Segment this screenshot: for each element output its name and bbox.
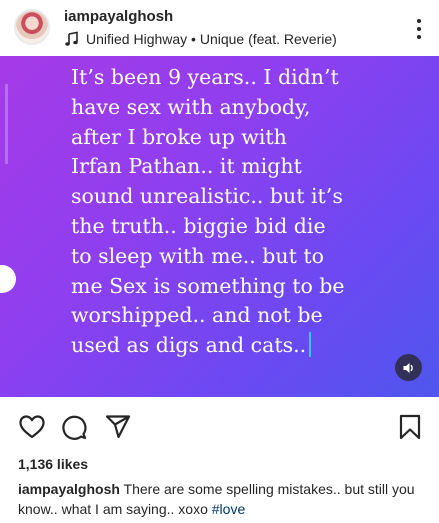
side-scroll-handle[interactable]	[0, 265, 16, 293]
more-dot	[417, 19, 421, 23]
post-text-line: the truth.. biggie bid die	[71, 213, 326, 238]
text-cursor	[309, 332, 311, 358]
more-dot	[417, 27, 421, 31]
heart-icon[interactable]	[18, 413, 46, 441]
post-text-line: worshipped.. and not be	[71, 303, 323, 328]
bookmark-icon[interactable]	[396, 413, 424, 441]
post-text: It’s been 9 years.. I didn’t have sex wi…	[71, 63, 401, 361]
likes-count[interactable]: 1,136 likes	[18, 456, 88, 472]
post-text-line: me Sex is something to be	[71, 273, 345, 298]
mute-toggle-button[interactable]	[395, 354, 422, 381]
post-header: iampayalghosh Unified Highway • Unique (…	[0, 0, 439, 56]
post-text-line: after I broke up with	[71, 124, 287, 149]
speaker-icon	[403, 362, 413, 373]
post-text-last-segment: used as digs and cats..	[71, 333, 307, 358]
post-text-line: It’s been 9 years.. I didn’t	[71, 65, 339, 89]
username[interactable]: iampayalghosh	[64, 8, 173, 25]
post-text-line: to sleep with me.. but to	[71, 243, 324, 268]
post-text-line: Irfan Pathan.. it might	[71, 154, 302, 179]
music-note-icon	[65, 31, 78, 46]
action-bar	[0, 397, 439, 457]
post-text-line: sound unrealistic.. but it’s	[71, 184, 343, 209]
caption: iampayalghosh There are some spelling mi…	[18, 479, 423, 519]
post-image[interactable]: It’s been 9 years.. I didn’t have sex wi…	[0, 56, 439, 397]
music-label: Unified Highway • Unique (feat. Reverie)	[86, 31, 337, 47]
post-text-line-last: used as digs and cats..	[71, 331, 401, 361]
more-dot	[417, 35, 421, 39]
share-icon[interactable]	[104, 413, 132, 441]
post-text-line: have sex with anybody,	[71, 94, 311, 119]
caption-username[interactable]: iampayalghosh	[18, 481, 120, 497]
edge-highlight	[5, 84, 8, 164]
more-options-button[interactable]	[407, 14, 431, 44]
hashtag-link[interactable]: #love	[212, 501, 245, 517]
comment-icon[interactable]	[60, 413, 88, 441]
music-info[interactable]: Unified Highway • Unique (feat. Reverie)	[64, 31, 337, 47]
avatar[interactable]	[14, 9, 50, 45]
